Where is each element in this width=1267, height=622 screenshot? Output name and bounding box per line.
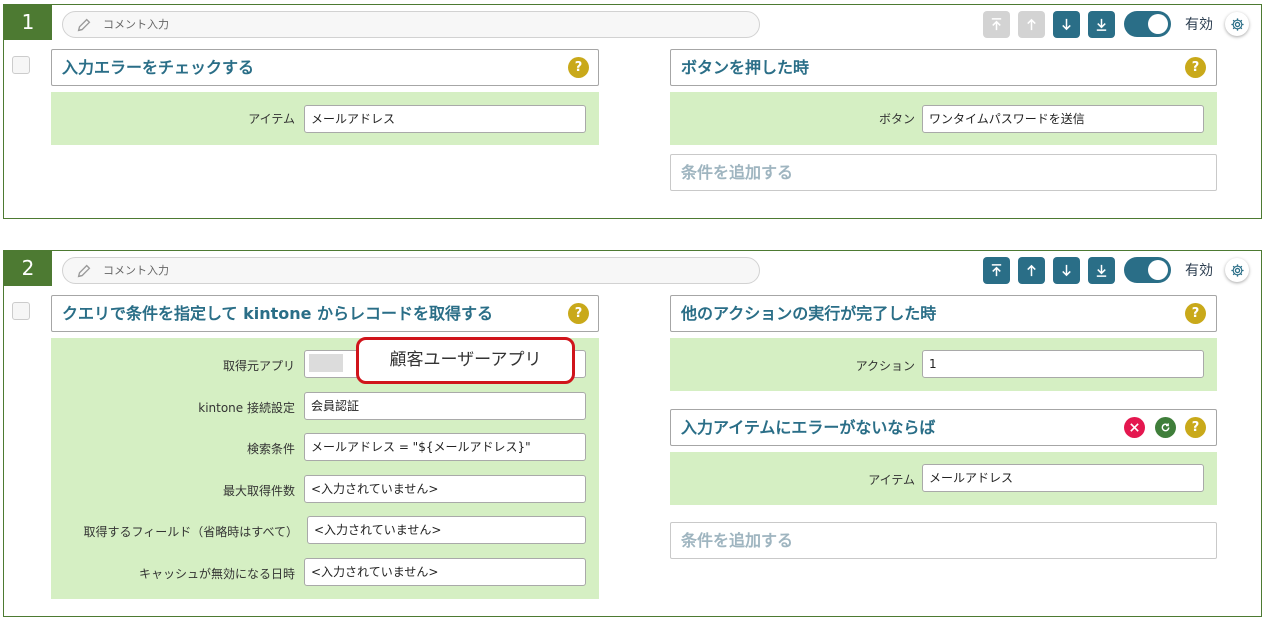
action-title: クエリで条件を指定して kintone からレコードを取得する bbox=[62, 304, 494, 323]
rule-card: 2 コメント入力 有効 クエリで条件を指定して kintone からレコードを取… bbox=[3, 250, 1262, 617]
move-down-button[interactable] bbox=[1053, 10, 1080, 38]
rule-number: 1 bbox=[4, 5, 52, 40]
field-input[interactable]: メールアドレス bbox=[922, 464, 1204, 492]
rule-number: 2 bbox=[4, 251, 52, 286]
condition-block-body: アクション 1 bbox=[670, 338, 1217, 391]
rule-card: 1 コメント入力 有効 入力エラーをチェックする ? アイテム メールアドレス … bbox=[3, 4, 1262, 219]
add-condition-button[interactable]: 条件を追加する bbox=[670, 154, 1217, 191]
toggle-knob bbox=[1148, 14, 1168, 34]
toggle-knob bbox=[1148, 260, 1168, 280]
enabled-label: 有効 bbox=[1185, 17, 1213, 33]
move-up-button[interactable] bbox=[1018, 256, 1045, 284]
enabled-toggle[interactable] bbox=[1124, 257, 1171, 283]
app-name-callout: 顧客ユーザーアプリ bbox=[356, 337, 575, 384]
field-input[interactable]: <入力されていません> bbox=[304, 475, 586, 503]
close-icon bbox=[1130, 423, 1139, 432]
condition-title: 他のアクションの実行が完了した時 bbox=[681, 304, 937, 323]
add-condition-button[interactable]: 条件を追加する bbox=[670, 522, 1217, 559]
arrow-to-top-icon bbox=[991, 263, 1002, 276]
question-icon[interactable]: ? bbox=[1185, 57, 1206, 78]
settings-button[interactable] bbox=[1225, 12, 1249, 36]
move-top-button[interactable] bbox=[983, 10, 1010, 38]
condition-title: 入力アイテムにエラーがないならば bbox=[681, 418, 936, 437]
rule-toolbar: 有効 bbox=[975, 10, 1249, 38]
field-label: 最大取得件数 bbox=[222, 484, 295, 498]
condition-block-body: アイテム メールアドレス bbox=[670, 452, 1217, 505]
comment-placeholder: コメント入力 bbox=[103, 18, 169, 31]
arrow-to-bottom-icon bbox=[1096, 264, 1107, 277]
invert-condition-button[interactable] bbox=[1155, 417, 1176, 438]
action-block-header[interactable]: 入力エラーをチェックする ? bbox=[51, 49, 599, 86]
field-label: アクション bbox=[855, 359, 915, 373]
arrow-down-icon bbox=[1062, 264, 1071, 276]
rule-toolbar: 有効 bbox=[975, 256, 1249, 284]
refresh-icon bbox=[1161, 423, 1170, 432]
move-bottom-button[interactable] bbox=[1088, 10, 1115, 38]
comment-input[interactable]: コメント入力 bbox=[62, 11, 760, 38]
gear-icon bbox=[1230, 17, 1244, 31]
move-bottom-button[interactable] bbox=[1088, 256, 1115, 284]
arrow-down-icon bbox=[1062, 18, 1071, 30]
field-input[interactable]: 1 bbox=[922, 350, 1204, 378]
field-input[interactable]: メールアドレス bbox=[304, 105, 586, 133]
enabled-label: 有効 bbox=[1185, 263, 1213, 279]
field-label: アイテム bbox=[248, 112, 295, 126]
condition-block-header[interactable]: ボタンを押した時 ? bbox=[670, 49, 1217, 86]
field-label: kintone 接続設定 bbox=[198, 401, 295, 415]
field-input[interactable]: 会員認証 bbox=[304, 392, 586, 420]
field-label: 取得するフィールド（省略時はすべて） bbox=[83, 525, 298, 539]
delete-condition-button[interactable] bbox=[1124, 417, 1145, 438]
field-label: アイテム bbox=[868, 473, 915, 487]
app-thumbnail bbox=[309, 354, 343, 372]
arrow-up-icon bbox=[1027, 264, 1036, 276]
question-icon[interactable]: ? bbox=[1185, 303, 1206, 324]
gear-icon bbox=[1230, 263, 1244, 277]
rule-select-checkbox[interactable] bbox=[12, 302, 30, 320]
arrow-to-bottom-icon bbox=[1096, 18, 1107, 31]
pencil-icon bbox=[77, 18, 91, 32]
question-icon[interactable]: ? bbox=[1185, 417, 1206, 438]
comment-input[interactable]: コメント入力 bbox=[62, 257, 760, 284]
question-icon[interactable]: ? bbox=[568, 303, 589, 324]
field-label: キャッシュが無効になる日時 bbox=[138, 567, 295, 581]
arrow-to-top-icon bbox=[991, 17, 1002, 30]
action-block-header[interactable]: クエリで条件を指定して kintone からレコードを取得する ? bbox=[51, 295, 599, 332]
pencil-icon bbox=[77, 264, 91, 278]
rule-select-checkbox[interactable] bbox=[12, 56, 30, 74]
move-up-button[interactable] bbox=[1018, 10, 1045, 38]
move-down-button[interactable] bbox=[1053, 256, 1080, 284]
field-input[interactable]: メールアドレス = "${メールアドレス}" bbox=[304, 433, 586, 461]
condition-title: ボタンを押した時 bbox=[681, 58, 810, 77]
action-block-body: アイテム メールアドレス bbox=[51, 92, 599, 145]
field-label: 検索条件 bbox=[246, 442, 295, 456]
field-label: 取得元アプリ bbox=[222, 359, 295, 373]
comment-placeholder: コメント入力 bbox=[103, 264, 169, 277]
question-icon[interactable]: ? bbox=[568, 57, 589, 78]
field-input[interactable]: ワンタイムパスワードを送信 bbox=[922, 105, 1204, 133]
settings-button[interactable] bbox=[1225, 258, 1249, 282]
field-label: ボタン bbox=[878, 112, 915, 126]
arrow-up-icon bbox=[1027, 18, 1036, 30]
field-input[interactable]: <入力されていません> bbox=[307, 516, 586, 544]
enabled-toggle[interactable] bbox=[1124, 11, 1171, 37]
field-input[interactable]: <入力されていません> bbox=[304, 558, 586, 586]
condition-block-header[interactable]: 他のアクションの実行が完了した時 ? bbox=[670, 295, 1217, 332]
condition-block-header[interactable]: 入力アイテムにエラーがないならば ? bbox=[670, 409, 1217, 446]
action-title: 入力エラーをチェックする bbox=[62, 58, 255, 77]
move-top-button[interactable] bbox=[983, 256, 1010, 284]
condition-block-body: ボタン ワンタイムパスワードを送信 bbox=[670, 92, 1217, 145]
